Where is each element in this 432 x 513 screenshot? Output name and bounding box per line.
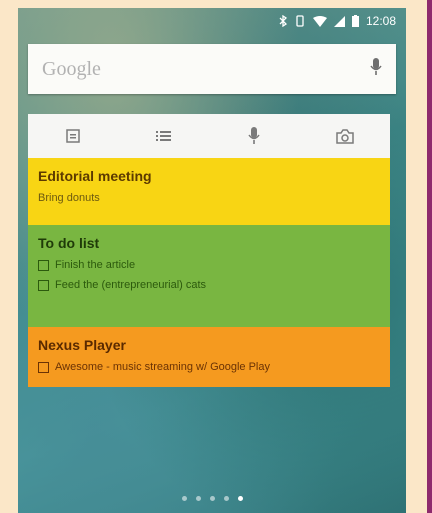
page-indicator bbox=[18, 496, 406, 501]
page-dot[interactable] bbox=[209, 496, 215, 501]
wifi-icon bbox=[312, 15, 327, 27]
note-card-nexus-player[interactable]: Nexus Player Awesome - music streaming w… bbox=[28, 327, 390, 387]
checklist-item[interactable]: Finish the article bbox=[38, 259, 380, 271]
page-dot-active[interactable] bbox=[237, 496, 243, 501]
checklist-item-text: Feed the (entrepreneurial) cats bbox=[55, 279, 207, 291]
note-line-text: Bring donuts bbox=[38, 192, 100, 204]
list-icon[interactable] bbox=[144, 116, 184, 156]
vibrate-icon bbox=[294, 15, 306, 27]
camera-icon[interactable] bbox=[325, 116, 365, 156]
checklist-item[interactable]: Awesome - music streaming w/ Google Play bbox=[38, 361, 380, 373]
voice-note-icon[interactable] bbox=[234, 116, 274, 156]
search-brand-text: Google bbox=[42, 57, 101, 80]
battery-icon bbox=[351, 15, 359, 27]
checkbox-icon[interactable] bbox=[38, 259, 49, 271]
home-screen: 12:08 Google Editorial meeting Bring don… bbox=[18, 8, 406, 513]
status-time: 12:08 bbox=[365, 14, 396, 28]
page-dot[interactable] bbox=[181, 496, 187, 501]
google-search-bar[interactable]: Google bbox=[28, 44, 396, 94]
checklist-item-text: Awesome - music streaming w/ Google Play bbox=[55, 361, 270, 373]
note-title: To do list bbox=[38, 235, 100, 251]
checklist-item-text: Finish the article bbox=[55, 259, 136, 271]
mic-icon[interactable] bbox=[370, 57, 382, 81]
note-card-editorial-meeting[interactable]: Editorial meeting Bring donuts bbox=[28, 158, 390, 225]
checkbox-icon[interactable] bbox=[38, 361, 49, 373]
note-title: Nexus Player bbox=[38, 337, 126, 353]
page-dot[interactable] bbox=[223, 496, 229, 501]
note-title: Editorial meeting bbox=[38, 168, 152, 184]
status-bar: 12:08 bbox=[18, 8, 406, 34]
checkbox-icon[interactable] bbox=[38, 279, 49, 291]
keep-widget-toolbar bbox=[28, 114, 390, 158]
note-card-to-do-list[interactable]: To do list Finish the article Feed the (… bbox=[28, 225, 390, 327]
new-note-icon[interactable] bbox=[53, 116, 93, 156]
note-line: Bring donuts bbox=[38, 192, 380, 204]
signal-icon bbox=[333, 15, 345, 27]
bluetooth-icon bbox=[279, 15, 287, 27]
checklist-item[interactable]: Feed the (entrepreneurial) cats bbox=[38, 279, 380, 291]
page-frame-edge bbox=[427, 0, 432, 513]
page-dot[interactable] bbox=[195, 496, 201, 501]
